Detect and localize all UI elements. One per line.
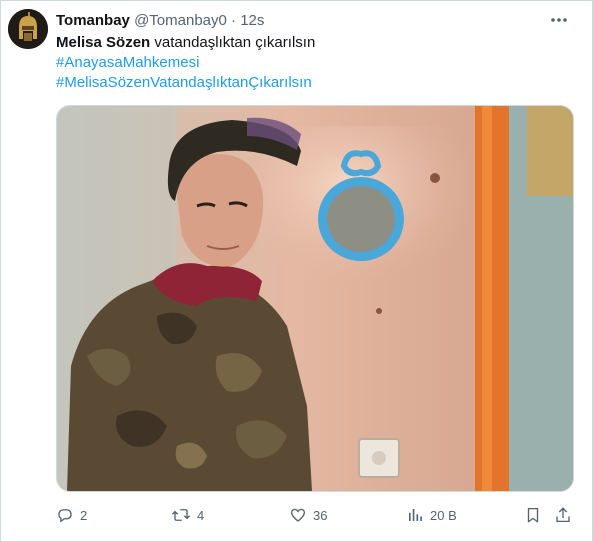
time-separator: · — [231, 12, 237, 29]
retweet-count: 4 — [197, 507, 205, 523]
share-button[interactable] — [554, 501, 572, 529]
views-count: 20 B — [430, 507, 457, 523]
like-count: 36 — [313, 507, 328, 523]
bookmark-button[interactable] — [524, 501, 542, 529]
reply-count: 2 — [80, 507, 88, 523]
tweet-media-image[interactable] — [56, 105, 574, 492]
views-button[interactable]: 20 B — [406, 501, 457, 529]
display-name[interactable]: Tomanbay — [56, 12, 130, 29]
helmet-avatar-icon — [8, 9, 48, 49]
hashtag-link[interactable]: #MelisaSözenVatandaşlıktanÇıkarılsın — [56, 73, 312, 93]
like-button[interactable]: 36 — [289, 501, 327, 529]
bookmark-icon — [527, 507, 539, 523]
photo-scene — [57, 106, 573, 491]
timestamp[interactable]: 12s — [240, 12, 264, 29]
avatar[interactable] — [8, 9, 48, 49]
share-icon — [556, 507, 570, 523]
retweet-icon — [171, 509, 191, 521]
reply-icon — [58, 509, 72, 523]
tweet-text: Melisa Sözen vatandaşlıktan çıkarılsın — [56, 33, 315, 53]
more-button[interactable] — [548, 10, 570, 30]
tweet-header: Tomanbay @Tomanbay0 · 12s — [56, 11, 552, 31]
tweet-text-rest: vatandaşlıktan çıkarılsın — [150, 34, 316, 51]
retweet-button[interactable]: 4 — [171, 501, 204, 529]
handle[interactable]: @Tomanbay0 — [134, 12, 227, 29]
heart-icon — [290, 508, 306, 522]
reply-button[interactable]: 2 — [56, 501, 87, 529]
views-icon — [409, 509, 422, 521]
more-icon — [551, 18, 567, 22]
action-bar: 2 4 36 20 B — [56, 501, 576, 529]
tweet-text-bold: Melisa Sözen — [56, 34, 151, 51]
hashtag-link[interactable]: #AnayasaMahkemesi — [56, 53, 199, 73]
tweet-card[interactable]: Tomanbay @Tomanbay0 · 12s Melisa Sözen v… — [0, 0, 593, 542]
